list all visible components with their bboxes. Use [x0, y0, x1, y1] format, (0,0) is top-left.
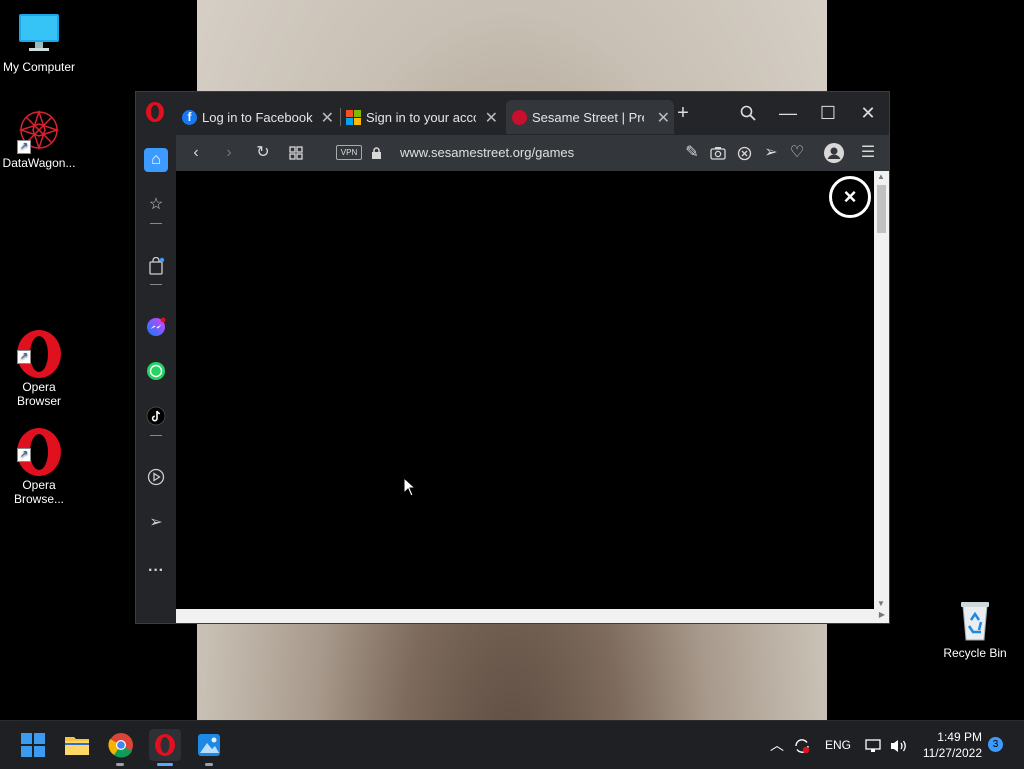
tab-close-icon[interactable]: ✕	[485, 108, 498, 128]
notification-badge[interactable]: 3	[988, 737, 1003, 752]
scrollbar-thumb[interactable]	[877, 185, 886, 233]
tab-facebook[interactable]: f Log in to Facebook ✕	[182, 100, 338, 134]
web-page-content[interactable]	[176, 171, 874, 609]
opera-browser-window: f Log in to Facebook ✕ Sign in to your a…	[135, 91, 890, 624]
send-flow-icon[interactable]: ➢	[144, 511, 168, 535]
tab-title: Log in to Facebook	[202, 109, 313, 125]
sidebar-divider	[150, 435, 162, 436]
new-tab-button[interactable]: +	[663, 100, 703, 126]
close-window-button[interactable]: ✕	[848, 100, 888, 126]
horizontal-scrollbar[interactable]: ▶	[176, 609, 889, 623]
clock-time: 1:49 PM	[937, 730, 982, 744]
home-icon[interactable]: ⌂	[144, 148, 168, 172]
forward-button[interactable]: ›	[217, 141, 241, 165]
clock-date: 11/27/2022	[922, 746, 982, 760]
vpn-badge[interactable]: VPN	[336, 145, 362, 160]
scroll-up-icon[interactable]: ▲	[877, 172, 885, 181]
opera-taskbar-icon[interactable]	[149, 729, 181, 761]
address-bar[interactable]: www.sesamestreet.org/games	[400, 143, 574, 163]
shortcut-arrow-icon: ↗	[17, 140, 31, 154]
speed-dial-star-icon[interactable]: ☆	[144, 193, 168, 217]
sidebar-divider	[150, 223, 162, 224]
volume-icon[interactable]	[889, 721, 909, 769]
messenger-icon[interactable]	[144, 315, 168, 339]
whatsapp-icon[interactable]	[144, 359, 168, 383]
shortcut-arrow-icon: ↗	[17, 350, 31, 364]
sync-icon[interactable]	[793, 721, 811, 769]
search-tabs-icon[interactable]	[728, 100, 768, 126]
desktop-icon-recycle-bin[interactable]: Recycle Bin	[936, 596, 1014, 660]
photos-app-icon[interactable]	[193, 729, 225, 761]
desktop-icon-label: Recycle Bin	[943, 646, 1007, 660]
edit-icon[interactable]: ✎	[680, 141, 704, 165]
minimize-button[interactable]: —	[768, 100, 808, 126]
tab-bar: f Log in to Facebook ✕ Sign in to your a…	[136, 92, 889, 135]
camera-icon[interactable]	[706, 141, 730, 168]
back-button[interactable]: ‹	[184, 141, 208, 165]
desktop-icon-my-computer[interactable]: My Computer	[0, 10, 78, 74]
close-overlay-button[interactable]: ×	[829, 176, 871, 218]
player-icon[interactable]	[144, 465, 168, 489]
address-toolbar: ‹ › ↻ VPN www.sesamestreet.org/games ✎ ➢…	[176, 135, 889, 171]
tab-title: Sign in to your acco	[366, 109, 476, 125]
start-windows-icon[interactable]	[17, 729, 49, 761]
profile-avatar-icon[interactable]	[822, 141, 846, 171]
tab-title: Sesame Street | Pres	[532, 109, 644, 125]
ad-block-icon[interactable]	[732, 141, 756, 169]
tiktok-icon[interactable]	[144, 404, 168, 428]
mouse-cursor-icon	[403, 477, 416, 497]
scroll-right-icon[interactable]: ▶	[879, 610, 885, 619]
easy-setup-icon[interactable]: ☰	[856, 141, 880, 165]
desktop-icon-opera-browser-2[interactable]: ↗ Opera Browse...	[0, 400, 78, 520]
shortcut-arrow-icon: ↗	[17, 448, 31, 462]
tab-sesame-street[interactable]: Sesame Street | Pres ✕	[506, 100, 674, 134]
maximize-button[interactable]: ☐	[808, 100, 848, 126]
network-icon[interactable]	[864, 721, 882, 769]
opera-icon: ↗	[15, 414, 63, 476]
desktop-icon-label: DataWagon...	[2, 156, 76, 170]
show-hidden-icons-chevron[interactable]: ︿	[770, 721, 784, 769]
lock-icon[interactable]	[364, 141, 388, 168]
shopping-bag-icon[interactable]	[144, 254, 168, 278]
sidebar-divider	[150, 284, 162, 285]
facebook-icon: f	[182, 109, 197, 125]
running-indicator	[205, 763, 213, 766]
running-indicator	[116, 763, 124, 766]
datawagon-icon: ↗	[15, 106, 63, 154]
tab-divider	[340, 108, 341, 126]
sesame-street-icon	[512, 109, 527, 125]
language-indicator[interactable]: ENG	[825, 721, 851, 769]
taskbar: ︿ ENG 1:49 PM 11/27/2022 3	[0, 720, 1024, 769]
chrome-icon[interactable]	[105, 729, 137, 761]
opera-icon: ↗	[15, 316, 63, 378]
tab-close-icon[interactable]: ✕	[321, 108, 334, 128]
clock[interactable]: 1:49 PM 11/27/2022	[916, 729, 982, 761]
microsoft-icon	[346, 109, 361, 125]
desktop-icon-datawagon[interactable]: ↗ DataWagon...	[0, 106, 78, 170]
active-indicator	[157, 763, 173, 766]
file-explorer-icon[interactable]	[61, 729, 93, 761]
vertical-scrollbar[interactable]: ▲ ▼	[874, 171, 889, 609]
opera-menu-icon[interactable]	[146, 102, 164, 122]
send-icon[interactable]: ➢	[759, 141, 783, 165]
reload-button[interactable]: ↻	[251, 141, 275, 165]
more-options-icon[interactable]: ···	[144, 559, 168, 583]
recycle-bin-icon	[951, 596, 999, 644]
desktop-icon-label: My Computer	[2, 60, 76, 74]
tab-microsoft-signin[interactable]: Sign in to your acco ✕	[346, 100, 502, 134]
tab-grid-icon[interactable]	[284, 141, 308, 168]
monitor-icon	[15, 10, 63, 58]
opera-sidebar: ⌂ ☆ ➢ ···	[136, 135, 176, 623]
heart-icon[interactable]: ♡	[785, 141, 809, 165]
scroll-down-icon[interactable]: ▼	[877, 599, 885, 608]
